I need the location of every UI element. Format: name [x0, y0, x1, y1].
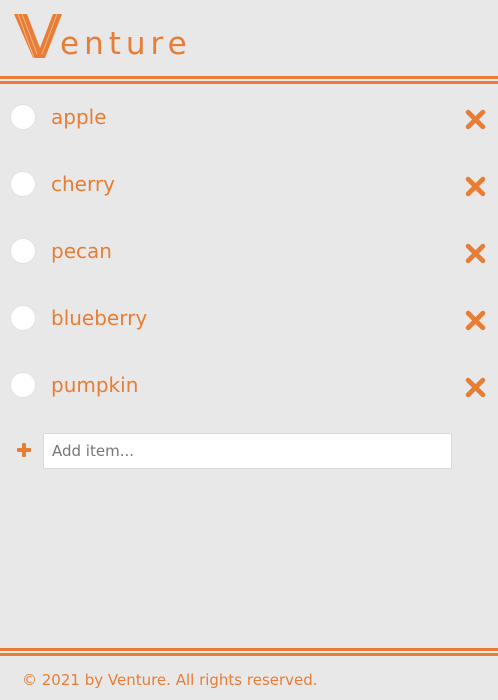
- list-item: apple: [0, 84, 498, 151]
- add-item-row: [0, 433, 498, 469]
- item-label: pumpkin: [51, 373, 139, 397]
- item-label: cherry: [51, 172, 115, 196]
- add-item-input[interactable]: [43, 433, 452, 469]
- copyright-symbol: ©: [22, 671, 37, 689]
- delete-x-icon[interactable]: [465, 310, 486, 331]
- item-checkbox[interactable]: [10, 305, 36, 331]
- list-item: blueberry: [0, 285, 498, 352]
- delete-x-icon[interactable]: [465, 109, 486, 130]
- list-item: cherry: [0, 151, 498, 218]
- footer-divider-bottom: [0, 653, 498, 656]
- app-header: enture: [0, 0, 498, 78]
- copyright-text: © 2021 by Venture. All rights reserved.: [22, 670, 318, 690]
- plus-icon[interactable]: [16, 442, 32, 458]
- footer: © 2021 by Venture. All rights reserved.: [0, 648, 498, 700]
- delete-x-icon[interactable]: [465, 243, 486, 264]
- list-item: pumpkin: [0, 352, 498, 419]
- item-checkbox[interactable]: [10, 238, 36, 264]
- item-label: blueberry: [51, 306, 148, 330]
- delete-x-icon[interactable]: [465, 176, 486, 197]
- logo-wordmark: enture: [60, 26, 192, 62]
- item-label: apple: [51, 105, 107, 129]
- header-divider-top: [0, 76, 498, 79]
- footer-divider-top: [0, 648, 498, 651]
- item-checkbox[interactable]: [10, 372, 36, 398]
- logo-v-mark: [14, 14, 62, 58]
- item-checkbox[interactable]: [10, 104, 36, 130]
- copyright-body: 2021 by Venture. All rights reserved.: [37, 671, 318, 689]
- list-item: pecan: [0, 218, 498, 285]
- delete-x-icon[interactable]: [465, 377, 486, 398]
- item-label: pecan: [51, 239, 112, 263]
- item-checkbox[interactable]: [10, 171, 36, 197]
